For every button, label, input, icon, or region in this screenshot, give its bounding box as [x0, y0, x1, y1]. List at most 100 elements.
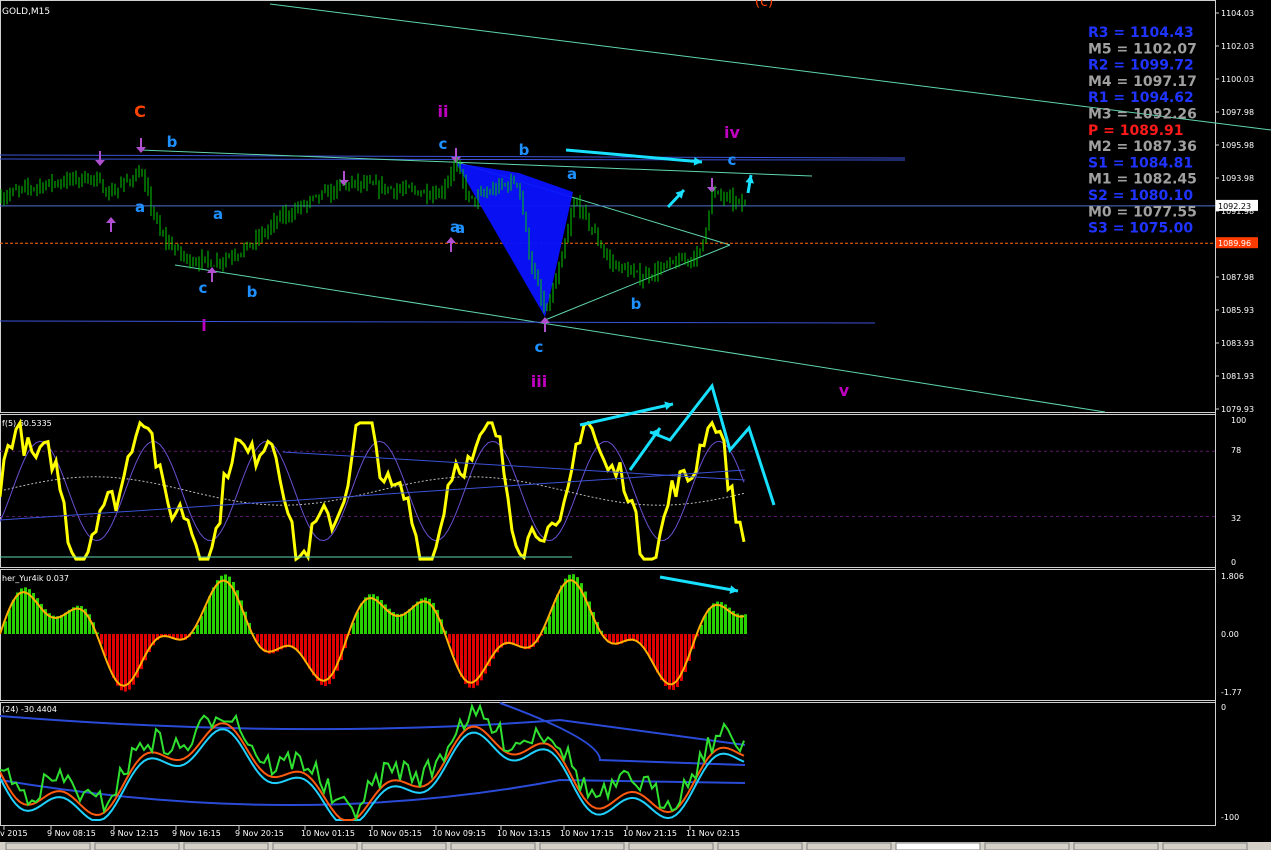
time-label: 9 Nov 12:15 — [110, 829, 159, 838]
time-label: 10 Nov 13:15 — [497, 829, 551, 838]
price-tick-label: 1097.98 — [1221, 108, 1254, 117]
fisher-bar — [76, 605, 79, 634]
pivot-level: R2 = 1099.72 — [1088, 58, 1194, 74]
fisher-bar — [472, 634, 475, 689]
fisher-bar — [456, 634, 459, 668]
osc-tick-label: 32 — [1231, 514, 1241, 523]
wave-label: a — [135, 198, 145, 216]
fisher-label: her_Yur4ik 0.037 — [2, 574, 69, 583]
chart-tab[interactable] — [1073, 842, 1159, 850]
chart-tab[interactable] — [539, 842, 625, 850]
time-label: v 2015 — [0, 829, 28, 838]
time-label: 9 Nov 20:15 — [235, 829, 284, 838]
osc-tick-label: 0 — [1231, 558, 1236, 567]
wave-label: c — [728, 151, 737, 169]
chart-tab[interactable] — [450, 842, 536, 850]
time-label: 10 Nov 05:15 — [368, 829, 422, 838]
time-label: 10 Nov 09:15 — [432, 829, 486, 838]
top-wave-label: (c) — [755, 0, 774, 10]
chart-tab[interactable] — [806, 842, 892, 850]
time-label: 9 Nov 08:15 — [47, 829, 96, 838]
fisher-bar — [324, 634, 327, 687]
pivot-price-label: 1089.96 — [1218, 239, 1251, 248]
price-tick-label: 1093.98 — [1221, 174, 1254, 183]
fisher-bar — [320, 634, 323, 685]
wave-label: c — [535, 338, 544, 356]
chart-tab[interactable] — [1162, 842, 1248, 850]
fisher-bar — [560, 585, 563, 634]
wpr-tick-label: -100 — [1221, 813, 1239, 822]
wave-label: b — [519, 141, 530, 159]
price-tick-label: 1095.98 — [1221, 141, 1254, 150]
chart-tab[interactable] — [94, 842, 180, 850]
chart-tab[interactable] — [717, 842, 803, 850]
symbol-label: GOLD,M15 — [2, 7, 50, 17]
fisher-bar — [708, 607, 711, 634]
fisher-bar — [360, 603, 363, 634]
fisher-bar — [64, 612, 67, 634]
time-label: 9 Nov 16:15 — [172, 829, 221, 838]
fisher-bar — [420, 598, 423, 634]
wave-label: a — [450, 218, 460, 236]
time-label: 10 Nov 17:15 — [560, 829, 614, 838]
fisher-bar — [12, 599, 15, 634]
chart-tab[interactable] — [628, 842, 714, 850]
chart-tabs[interactable] — [0, 842, 1271, 850]
pivot-level: M1 = 1082.45 — [1088, 172, 1197, 188]
pivot-level: M2 = 1087.36 — [1088, 139, 1197, 155]
fisher-bar — [416, 601, 419, 634]
wave-label: a — [213, 205, 223, 223]
fisher-bar — [112, 634, 115, 679]
fisher-bar — [652, 634, 655, 665]
time-label: 10 Nov 21:15 — [623, 829, 677, 838]
wave-label: b — [247, 283, 258, 301]
fisher-bar — [308, 634, 311, 669]
time-label: 11 Nov 02:15 — [686, 829, 740, 838]
pivot-level: R3 = 1104.43 — [1088, 25, 1194, 41]
fisher-tick-label: 0.00 — [1221, 630, 1239, 639]
pivot-level: M0 = 1077.55 — [1088, 204, 1197, 220]
fisher-bar — [740, 614, 743, 634]
chart-tab[interactable] — [984, 842, 1070, 850]
fisher-bar — [220, 575, 223, 634]
fisher-bar — [24, 587, 27, 634]
fisher-tick-label: 1.806 — [1221, 572, 1244, 581]
wave-label: ii — [438, 102, 449, 121]
fisher-bar — [744, 614, 747, 634]
chart-tab[interactable] — [361, 842, 447, 850]
chart-tab[interactable] — [183, 842, 269, 850]
chart-tab[interactable] — [895, 842, 981, 850]
current-price-label: 1092.23 — [1218, 202, 1251, 211]
fisher-bar — [408, 609, 411, 634]
fisher-bar — [664, 634, 667, 687]
price-tick-label: 1100.03 — [1221, 75, 1254, 84]
fisher-bar — [556, 594, 559, 634]
time-label: 10 Nov 01:15 — [301, 829, 355, 838]
fisher-bar — [712, 603, 715, 634]
chart-background — [0, 0, 1271, 850]
fisher-bar — [208, 596, 211, 634]
chart-tab[interactable] — [272, 842, 358, 850]
fisher-bar — [60, 615, 63, 634]
fisher-bar — [716, 601, 719, 634]
fisher-tick-label: -1.77 — [1221, 688, 1242, 697]
fisher-bar — [312, 634, 315, 676]
fisher-bar — [572, 574, 575, 634]
fisher-bar — [412, 605, 415, 634]
wave-label: b — [631, 295, 642, 313]
fisher-bar — [304, 634, 307, 662]
fisher-bar — [124, 634, 127, 692]
fisher-bar — [400, 613, 403, 634]
fisher-bar — [424, 597, 427, 634]
wave-label: b — [167, 133, 178, 151]
wave-label: c — [439, 135, 448, 153]
fisher-bar — [668, 634, 671, 690]
chart-tab[interactable] — [5, 842, 91, 850]
wave-label: c — [199, 279, 208, 297]
wave-label: a — [567, 165, 577, 183]
price-tick-label: 1104.03 — [1221, 9, 1254, 18]
fisher-bar — [404, 612, 407, 634]
fisher-bar — [656, 634, 659, 673]
fisher-bar — [120, 634, 123, 691]
pivot-levels: R3 = 1104.43M5 = 1102.07R2 = 1099.72M4 =… — [1088, 25, 1197, 237]
